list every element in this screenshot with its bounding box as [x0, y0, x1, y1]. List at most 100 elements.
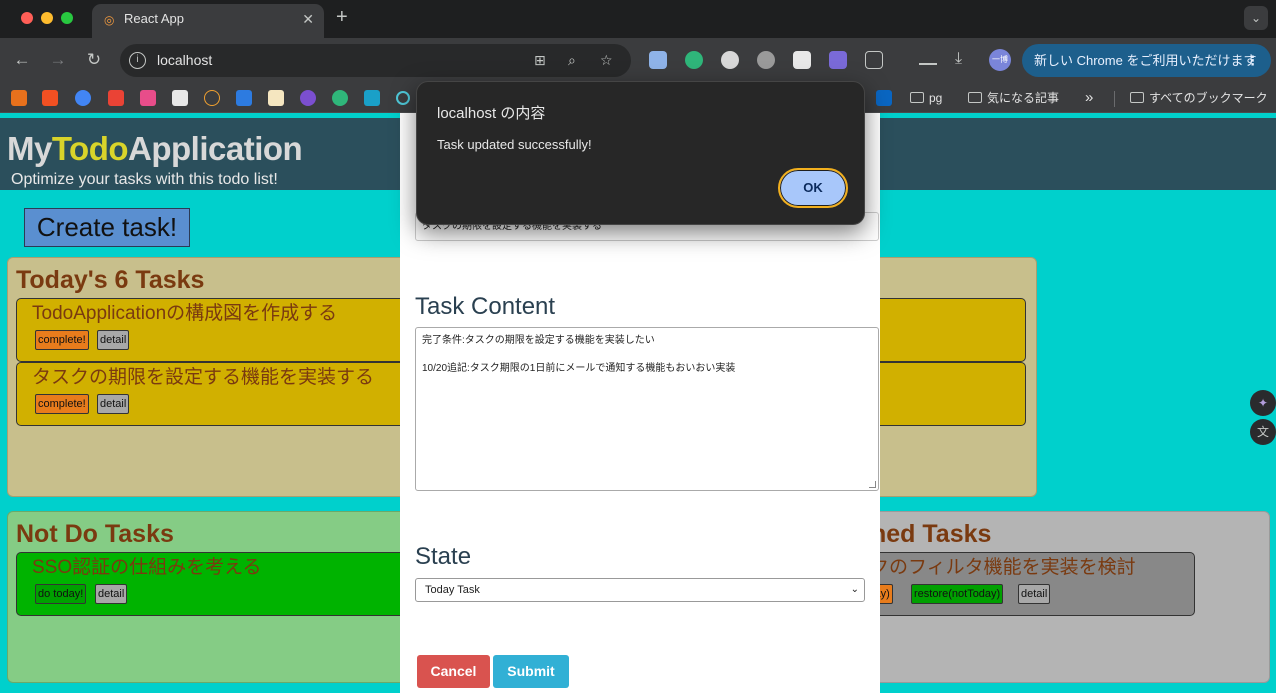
- bookmark-microsoft-icon[interactable]: [42, 90, 58, 106]
- update-label: 新しい Chrome をご利用いただけます: [1034, 53, 1257, 68]
- bookmarks-divider: [1114, 91, 1115, 107]
- extension-1-icon[interactable]: [649, 51, 667, 69]
- bookmarks-overflow-button[interactable]: »: [1085, 90, 1093, 106]
- folder-icon: [910, 92, 924, 103]
- folder-icon: [1130, 92, 1144, 103]
- forward-button[interactable]: →: [48, 50, 68, 70]
- download-icon[interactable]: ⤓: [955, 51, 973, 69]
- create-task-button[interactable]: Create task!: [24, 208, 190, 247]
- restore-not-today-button[interactable]: restore(notToday): [911, 584, 1004, 604]
- task-title: タスクの期限を設定する機能を実装する: [32, 367, 375, 388]
- detail-button[interactable]: detail: [97, 330, 130, 350]
- bookmark-folder-pg[interactable]: pg: [910, 90, 942, 106]
- site-info-icon[interactable]: i: [129, 52, 146, 69]
- url-text[interactable]: localhost: [157, 52, 212, 69]
- bookmark-5-icon[interactable]: [140, 90, 156, 106]
- bookmark-9-icon[interactable]: [268, 90, 284, 106]
- do-today-button[interactable]: do today!: [35, 584, 87, 604]
- title-todo: Todo: [51, 130, 129, 167]
- title-application: Application: [128, 130, 303, 167]
- extensions-puzzle-icon[interactable]: [865, 51, 883, 69]
- title-my: My: [7, 130, 52, 167]
- today-panel-title: Today's 6 Tasks: [16, 266, 205, 294]
- bookmark-12-icon[interactable]: [364, 90, 380, 106]
- not-do-tasks-panel: Not Do Tasks SSO認証の仕組みを考える do today! det…: [7, 511, 436, 683]
- complete-button[interactable]: complete!: [35, 330, 89, 350]
- task-card: SSO認証の仕組みを考える do today! detail: [16, 552, 436, 616]
- close-window-button[interactable]: [21, 12, 33, 24]
- task-content-textarea[interactable]: 完了条件:タスクの期限を設定する機能を実装したい 10/20追記:タスク期限の1…: [415, 327, 879, 491]
- folder-label: すべてのブックマーク: [1149, 91, 1268, 105]
- chrome-update-button[interactable]: 新しい Chrome をご利用いただけます ⋮: [1022, 44, 1271, 77]
- app-title: MyTodoApplication: [7, 129, 303, 169]
- folder-icon: [968, 92, 982, 103]
- bookmark-13-icon[interactable]: [396, 91, 410, 105]
- app-subtitle: Optimize your tasks with this todo list!: [11, 171, 278, 188]
- alert-message: Task updated successfully!: [437, 137, 592, 152]
- complete-button[interactable]: complete!: [35, 394, 89, 414]
- bookmark-10-icon[interactable]: [300, 90, 316, 106]
- state-select[interactable]: Today Task ⌄: [415, 578, 865, 602]
- browser-tab-bar: ◎ React App ✕ + ⌄: [0, 0, 1276, 38]
- detail-button[interactable]: detail: [1018, 584, 1051, 604]
- cancel-button[interactable]: Cancel: [417, 655, 490, 688]
- content-line: 完了条件:タスクの期限を設定する機能を実装したい: [422, 335, 655, 346]
- chevron-down-icon: ⌄: [850, 584, 859, 595]
- bookmark-linkedin-icon[interactable]: [876, 90, 892, 106]
- browser-tab[interactable]: ◎ React App ✕: [92, 4, 324, 38]
- task-content-label: Task Content: [415, 293, 556, 320]
- submit-button[interactable]: Submit: [493, 655, 569, 688]
- task-title: SSO認証の仕組みを考える: [32, 557, 262, 578]
- task-title: TodoApplicationの構成図を作成する: [32, 303, 338, 324]
- extension-3-icon[interactable]: [721, 51, 739, 69]
- maximize-window-button[interactable]: [61, 12, 73, 24]
- more-menu-icon[interactable]: ⋮: [1246, 44, 1259, 77]
- task-card: クのフィルタ機能を実装を検討 e(Today) restore(notToday…: [841, 552, 1195, 616]
- tab-title: React App: [124, 11, 184, 26]
- finished-panel-title: hed Tasks: [871, 520, 992, 548]
- translate-side-icon[interactable]: 文: [1250, 419, 1276, 445]
- bookmark-8-icon[interactable]: [236, 90, 252, 106]
- resize-handle[interactable]: [869, 481, 876, 488]
- finished-tasks-panel: hed Tasks クのフィルタ機能を実装を検討 e(Today) restor…: [841, 511, 1270, 683]
- alert-dialog: localhost の内容 Task updated successfully!…: [416, 81, 865, 225]
- browser-toolbar: ← → ↻ i localhost ⊞ ⌕ ☆ ⤓ 一博 新しい Chrome …: [0, 38, 1276, 83]
- extension-6-icon[interactable]: [829, 51, 847, 69]
- tab-close-icon[interactable]: ✕: [302, 11, 314, 27]
- gemini-sparkle-icon[interactable]: ✦: [1250, 390, 1276, 416]
- back-button[interactable]: ←: [12, 50, 32, 70]
- state-selected-value: Today Task: [425, 584, 480, 596]
- alert-title: localhost の内容: [437, 105, 546, 122]
- bookmark-star-icon[interactable]: ☆: [600, 52, 613, 69]
- extension-4-icon[interactable]: [757, 51, 775, 69]
- minimize-window-button[interactable]: [41, 12, 53, 24]
- task-title: クのフィルタ機能を実装を検討: [870, 557, 1136, 578]
- bookmark-gmail-icon[interactable]: [108, 90, 124, 106]
- new-tab-button[interactable]: +: [336, 7, 348, 27]
- bookmark-amazon-icon[interactable]: [172, 90, 188, 106]
- folder-label: 気になる記事: [987, 91, 1060, 105]
- reload-button[interactable]: ↻: [84, 50, 104, 70]
- reading-list-icon[interactable]: [919, 51, 937, 65]
- zoom-icon[interactable]: ⌕: [568, 52, 576, 69]
- translate-icon[interactable]: ⊞: [534, 52, 546, 69]
- content-line: 10/20追記:タスク期限の1日前にメールで通知する機能もおいおい実装: [422, 363, 736, 374]
- bookmark-drive-icon[interactable]: [75, 90, 91, 106]
- bookmark-1-icon[interactable]: [11, 90, 27, 106]
- extension-5-icon[interactable]: [793, 51, 811, 69]
- profile-avatar[interactable]: 一博: [989, 49, 1011, 71]
- tab-search-button[interactable]: ⌄: [1244, 6, 1268, 30]
- detail-button[interactable]: detail: [95, 584, 128, 604]
- address-bar[interactable]: i localhost ⊞ ⌕ ☆: [120, 44, 631, 77]
- state-label: State: [415, 543, 472, 570]
- folder-label: pg: [929, 91, 943, 105]
- extension-2-icon[interactable]: [685, 51, 703, 69]
- bookmark-folder-articles[interactable]: 気になる記事: [968, 90, 1059, 106]
- all-bookmarks-folder[interactable]: すべてのブックマーク: [1130, 90, 1268, 106]
- bookmark-7-icon[interactable]: [204, 90, 220, 106]
- react-favicon-icon: ◎: [104, 13, 115, 27]
- detail-button[interactable]: detail: [97, 394, 130, 414]
- ok-button[interactable]: OK: [778, 168, 848, 208]
- not-do-panel-title: Not Do Tasks: [16, 520, 174, 548]
- bookmark-11-icon[interactable]: [332, 90, 348, 106]
